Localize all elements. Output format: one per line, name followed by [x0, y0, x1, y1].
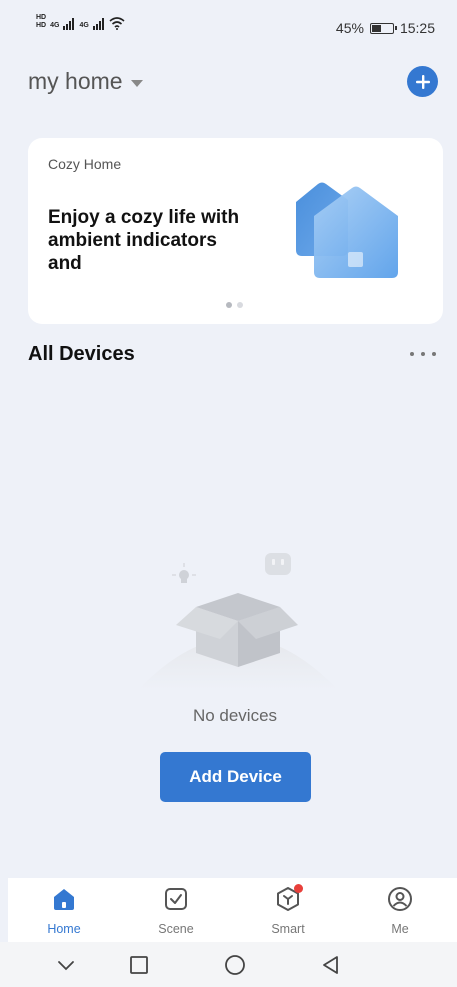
checkbox-icon: [165, 888, 187, 910]
tab-me[interactable]: Me: [344, 878, 456, 942]
tab-scene[interactable]: Scene: [120, 878, 232, 942]
more-options-button[interactable]: [410, 343, 436, 365]
battery-level: [371, 24, 381, 32]
cozy-home-illustration: [296, 182, 398, 278]
home-circle-icon[interactable]: [224, 954, 246, 976]
pagination-dot[interactable]: [237, 302, 243, 308]
signal-icon: [92, 18, 104, 30]
tab-label: Smart: [271, 922, 305, 936]
tab-label: Me: [391, 922, 409, 936]
add-button[interactable]: [407, 66, 438, 97]
smart-icon-wrap: [275, 884, 303, 912]
signal-icon: [63, 18, 75, 30]
tab-smart[interactable]: Smart: [232, 878, 344, 942]
empty-box-illustration: [138, 553, 338, 690]
home-selector[interactable]: my home: [28, 68, 143, 95]
more-dot: [410, 352, 414, 356]
banner-eyebrow: Cozy Home: [48, 156, 122, 172]
network-type-2: 4G: [79, 22, 89, 29]
battery-percent: 45%: [335, 20, 364, 36]
hd-tag-2: HD: [36, 22, 47, 29]
bottom-tab-bar: Home Scene Smart Me: [8, 878, 457, 942]
chevron-down-icon[interactable]: [55, 954, 77, 976]
status-time: 15:25: [399, 20, 435, 36]
tab-label: Scene: [158, 922, 194, 936]
tab-home[interactable]: Home: [8, 878, 120, 942]
app-screen: HD HD 4G 4G 45% 15:25 my home Cozy Home …: [0, 0, 457, 987]
caret-down-icon: [130, 79, 143, 87]
more-dot: [432, 352, 436, 356]
home-name: my home: [28, 68, 123, 94]
banner-pagination: [226, 302, 243, 308]
home-icon: [54, 889, 74, 910]
more-dot: [421, 352, 425, 356]
recents-icon[interactable]: [128, 954, 150, 976]
add-device-button[interactable]: Add Device: [160, 752, 311, 802]
tab-label: Home: [47, 922, 81, 936]
network-type-1: 4G: [50, 22, 60, 29]
hd-tags: HD HD: [36, 14, 46, 30]
section-title: All Devices: [28, 343, 135, 365]
hd-tag-1: HD: [36, 14, 47, 21]
plus-icon: [415, 74, 430, 89]
banner-headline: Enjoy a cozy life with ambient indicator…: [48, 207, 240, 274]
pagination-dot[interactable]: [226, 302, 232, 308]
back-icon[interactable]: [320, 954, 342, 976]
wifi-icon: [109, 17, 125, 30]
notification-badge: [294, 884, 303, 893]
promo-banner[interactable]: Cozy Home Enjoy a cozy life with ambient…: [28, 138, 443, 324]
profile-icon: [388, 887, 412, 911]
status-right: 45% 15:25: [336, 20, 435, 36]
empty-state-message: No devices: [192, 706, 278, 725]
status-left: HD HD 4G 4G: [36, 14, 125, 30]
system-nav-bar: [0, 942, 457, 987]
status-bar: HD HD 4G 4G 45% 15:25: [0, 0, 457, 52]
battery-icon: [369, 22, 397, 34]
